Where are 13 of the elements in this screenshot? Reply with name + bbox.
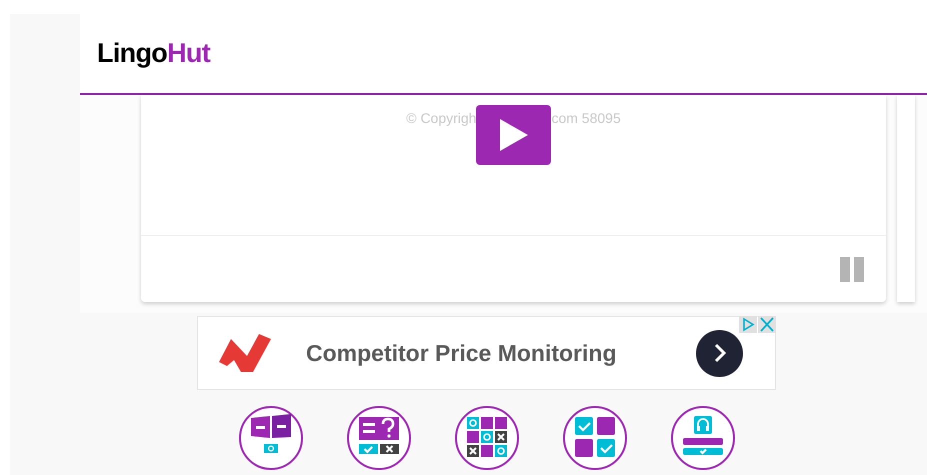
play-icon <box>500 119 528 151</box>
ad-headline[interactable]: Competitor Price Monitoring <box>306 336 616 370</box>
flashcards-activity-icon[interactable] <box>238 406 302 470</box>
quiz-activity-icon[interactable] <box>346 406 410 470</box>
brand-logo-icon <box>219 334 271 372</box>
play-button[interactable] <box>476 105 552 165</box>
chevron-right-icon <box>714 343 726 363</box>
next-button[interactable] <box>696 330 743 376</box>
matching-activity-icon[interactable] <box>562 406 626 470</box>
listening-activity-icon[interactable] <box>670 406 734 470</box>
tic-tac-toe-activity-icon[interactable] <box>454 406 518 470</box>
logo[interactable]: LingoHut <box>97 33 210 74</box>
ad-banner[interactable]: Competitor Price Monitoring <box>197 316 776 390</box>
